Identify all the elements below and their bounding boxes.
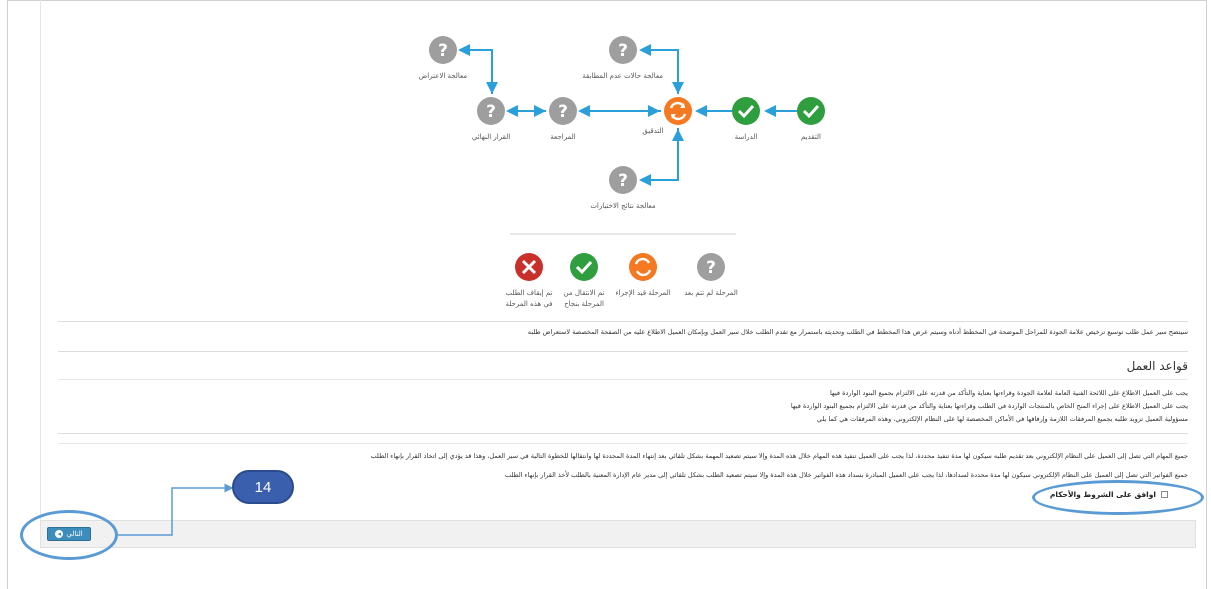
annotation-connector: [118, 483, 234, 536]
annotation-badge: 14: [232, 470, 294, 504]
